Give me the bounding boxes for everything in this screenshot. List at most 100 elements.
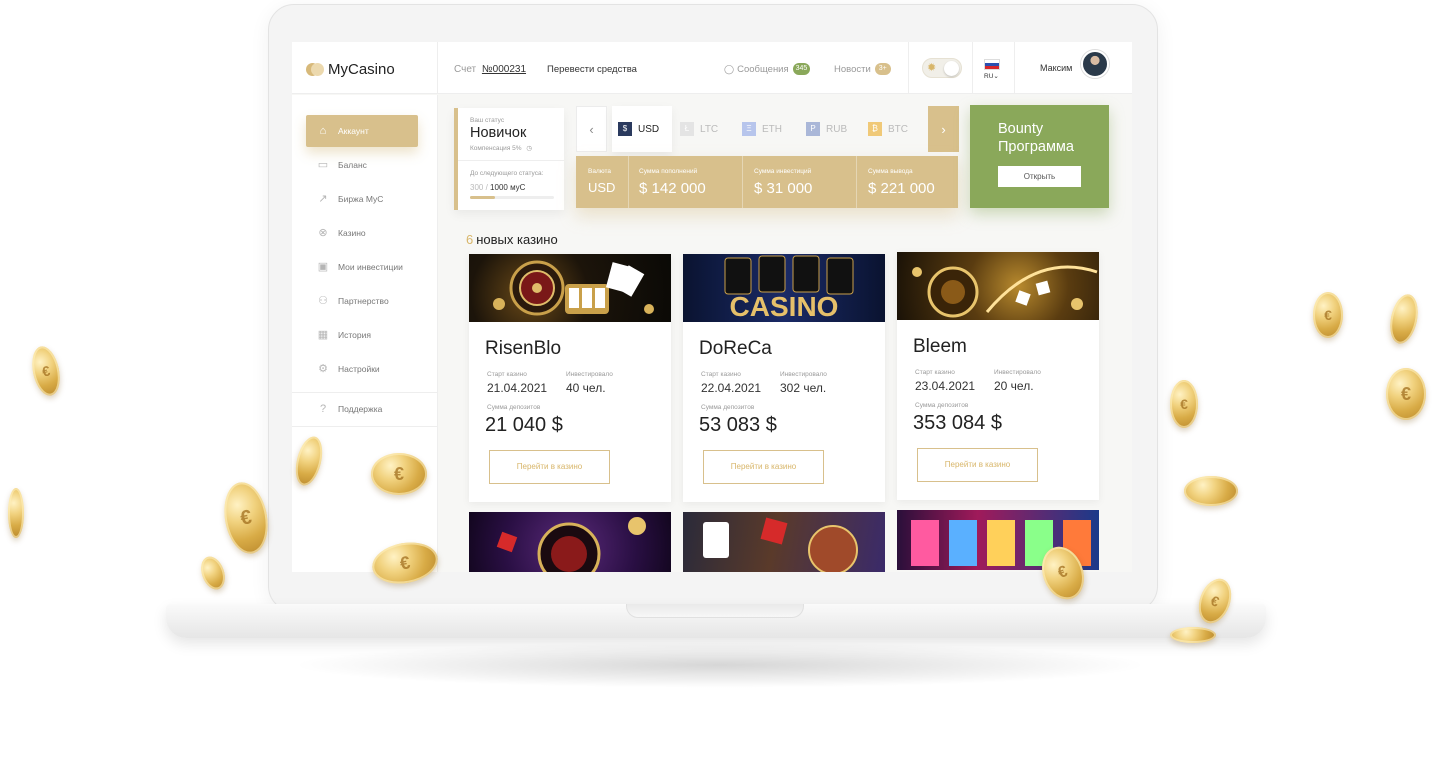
dice-cards-image — [703, 517, 858, 572]
amount-deposits: Сумма пополнений $ 142 000 — [628, 156, 742, 208]
amount-value: $ 221 000 — [868, 180, 935, 197]
sidebar-item-label: История — [338, 330, 371, 340]
help-icon: ? — [319, 403, 327, 415]
chevron-left-icon: ‹ — [589, 121, 594, 137]
chat-icon: ◯ — [724, 63, 735, 74]
user-name[interactable]: Максим — [1040, 63, 1072, 73]
russia-flag-icon[interactable] — [984, 59, 1000, 70]
casino-deposits-label: Сумма депозитов — [487, 404, 541, 411]
sidebar-item-support[interactable]: ? Поддержка — [306, 393, 418, 425]
casino-start-label: Старт казино — [487, 371, 527, 378]
amounts-strip: Валюта USD Сумма пополнений $ 142 000 Су… — [576, 156, 958, 208]
roulette-gold-image — [912, 265, 1098, 318]
logo-text: MyCasino — [328, 61, 395, 78]
sidebar: ⌂ Аккаунт ▭ Баланс ↗ Биржа МуС ⊗ Казино … — [292, 95, 438, 572]
status-target: 1000 муС — [490, 183, 526, 192]
account-label: Счет — [454, 64, 477, 75]
gold-coin-icon — [8, 488, 24, 538]
theme-toggle[interactable]: ✹ — [922, 58, 962, 78]
currency-prev-button[interactable]: ‹ — [576, 106, 607, 152]
amount-label: Валюта — [588, 168, 611, 175]
go-to-casino-button[interactable]: Перейти в казино — [489, 450, 610, 484]
go-to-casino-button[interactable]: Перейти в казино — [703, 450, 824, 484]
currency-code: ETH — [762, 123, 782, 135]
new-casinos-label: новых казино — [476, 232, 558, 247]
sidebar-item-investments[interactable]: ▣ Мои инвестиции — [306, 251, 418, 283]
sidebar-item-label: Казино — [338, 228, 366, 238]
currency-code: RUB — [826, 123, 848, 135]
casino-cards-image: CASINO — [724, 255, 854, 322]
casino-banner-image — [469, 254, 671, 322]
messages-badge: 345 — [792, 63, 811, 75]
currency-tab-ltc[interactable]: Ł LTC — [674, 106, 734, 152]
litecoin-icon: Ł — [680, 122, 694, 136]
gold-coin-icon — [1170, 627, 1216, 643]
sidebar-item-history[interactable]: ▦ История — [306, 319, 418, 351]
currency-code: BTC — [888, 123, 908, 135]
messages-link[interactable]: ◯ Сообщения 345 — [724, 63, 811, 75]
currency-code: USD — [638, 123, 660, 135]
top-bar: MyCasino Счет №000231 Перевести средства… — [292, 42, 1132, 94]
gold-coin-icon: € — [371, 453, 427, 495]
casino-banner-text: CASINO — [730, 291, 839, 322]
casino-invested-count: 20 чел. — [994, 379, 1034, 393]
go-to-casino-button[interactable]: Перейти в казино — [917, 448, 1038, 482]
news-label: Новости — [834, 63, 871, 75]
sidebar-divider — [292, 426, 438, 427]
messages-label: Сообщения — [737, 63, 789, 75]
casino-invested-count: 302 чел. — [780, 381, 827, 395]
topbar-divider — [972, 42, 973, 94]
next-status-label: До следующего статуса: — [470, 170, 544, 177]
sidebar-item-balance[interactable]: ▭ Баланс — [306, 149, 418, 181]
currency-tab-usd[interactable]: $ USD — [612, 106, 672, 152]
casino-start-date: 22.04.2021 — [701, 381, 762, 395]
currency-tab-btc[interactable]: ₿ BTC — [862, 106, 922, 152]
currency-tab-eth[interactable]: Ξ ETH — [736, 106, 796, 152]
casino-start-label: Старт казино — [915, 369, 955, 376]
amount-label: Сумма вывода — [868, 168, 913, 175]
casino-card-risenblo[interactable]: RisenBlo Старт казино 21.04.2021 Инвести… — [469, 254, 671, 502]
status-progress-fill — [470, 196, 496, 199]
laptop-notch — [626, 604, 804, 618]
language-select[interactable]: RU⌄ — [984, 72, 999, 80]
trend-icon: ↗ — [318, 193, 328, 205]
currency-next-button[interactable]: › — [928, 106, 959, 152]
users-icon: ⚇ — [318, 295, 328, 307]
casino-deposits-value: 21 040 $ — [485, 414, 563, 436]
sidebar-item-settings[interactable]: ⚙ Настройки — [306, 353, 418, 385]
sidebar-item-label: Мои инвестиции — [338, 262, 403, 272]
logo[interactable]: MyCasino — [306, 61, 395, 78]
clock-icon: ◷ — [526, 145, 533, 152]
account-number-link[interactable]: №000231 — [482, 64, 526, 75]
amount-label: Сумма пополнений — [639, 168, 698, 175]
sidebar-item-casino[interactable]: ⊗ Казино — [306, 217, 418, 249]
account-number: Счет №000231 — [454, 64, 526, 75]
bounty-program-card: Bounty Программа Открыть — [970, 105, 1109, 208]
casino-card-bleem[interactable]: Bleem Старт казино 23.04.2021 Инвестиров… — [897, 252, 1099, 500]
gold-coin-icon: € — [1386, 368, 1426, 420]
status-compensation: Компенсация 5% ◷ — [470, 144, 532, 152]
sidebar-item-exchange[interactable]: ↗ Биржа МуС — [306, 183, 418, 215]
sidebar-item-label: Аккаунт — [338, 126, 369, 136]
sidebar-item-label: Настройки — [338, 364, 380, 374]
casino-card-doreca[interactable]: CASINO DoReCa Старт казино 22.04.2021 Ин… — [683, 254, 885, 502]
avatar[interactable] — [1081, 50, 1109, 78]
briefcase-icon: ▣ — [317, 261, 329, 273]
ethereum-icon: Ξ — [742, 122, 756, 136]
status-current: 300 — [470, 183, 484, 192]
casino-invested-label: Инвестировало — [780, 371, 827, 378]
sidebar-item-partnership[interactable]: ⚇ Партнерство — [306, 285, 418, 317]
bounty-open-button[interactable]: Открыть — [998, 166, 1081, 187]
sidebar-item-account[interactable]: ⌂ Аккаунт — [306, 115, 418, 147]
new-casinos-count: 6 — [466, 232, 474, 247]
currency-tab-rub[interactable]: Р RUB — [800, 106, 860, 152]
casino-invested-count: 40 чел. — [566, 381, 606, 395]
casino-start-date: 23.04.2021 — [915, 379, 976, 393]
casino-name: DoReCa — [699, 338, 772, 359]
amount-value: $ 142 000 — [639, 180, 706, 197]
new-casinos-heading: 6 новых казино — [466, 232, 558, 247]
news-link[interactable]: Новости 3+ — [834, 63, 891, 75]
transfer-funds-link[interactable]: Перевести средства — [547, 64, 637, 75]
bounty-title-line1: Bounty — [998, 121, 1044, 137]
bounty-title-line2: Программа — [998, 139, 1074, 155]
